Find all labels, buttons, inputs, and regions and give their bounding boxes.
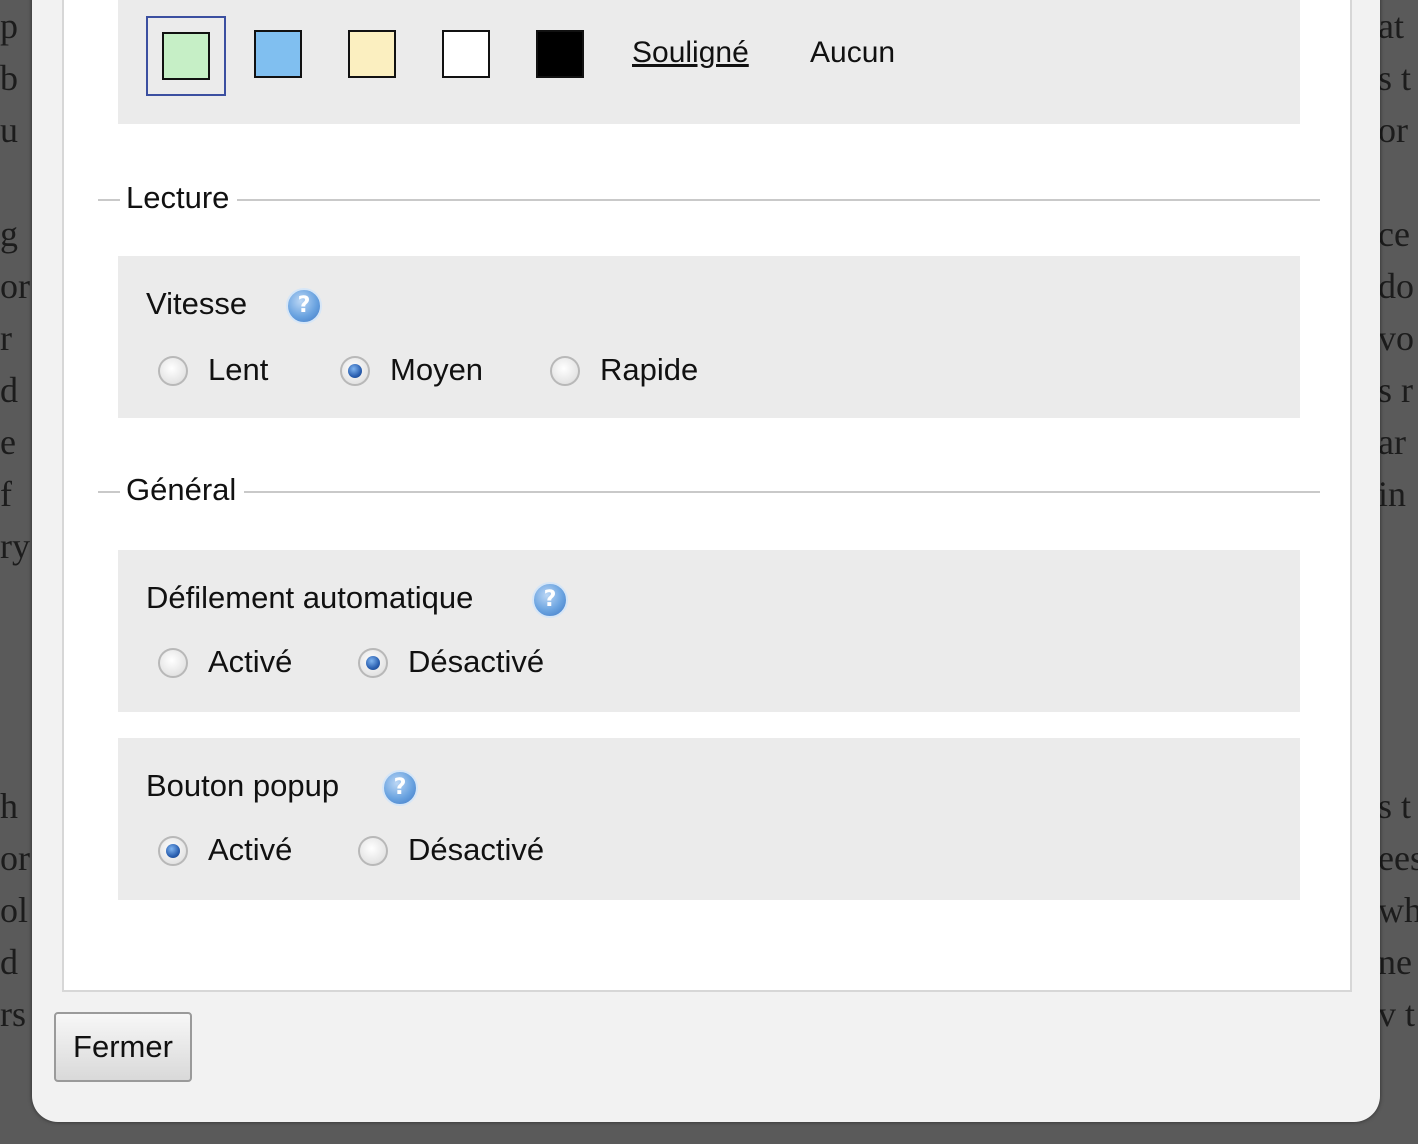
radio-label: Désactivé: [408, 832, 545, 867]
background-text-line: f: [0, 474, 12, 514]
background-text-line: [1378, 156, 1418, 208]
background-text-line: or: [1378, 110, 1408, 150]
background-text-line: at: [1378, 6, 1404, 46]
radio-circle: [358, 648, 388, 678]
swatch-green-option[interactable]: [146, 16, 226, 96]
background-text-line: in: [1378, 474, 1407, 514]
background-text-line: s r: [1378, 370, 1413, 410]
legend-line: [98, 199, 120, 201]
reading-section-legend: Lecture: [98, 180, 1320, 220]
swatch-white-option[interactable]: [428, 16, 508, 96]
radio-label: Rapide: [600, 352, 699, 387]
speed-option-medium[interactable]: Moyen: [340, 352, 500, 392]
popup-button-group: Bouton popup ? Activé Désactivé: [118, 738, 1300, 900]
background-text-line: or: [0, 838, 30, 878]
background-text-line: d: [0, 942, 18, 982]
reading-legend-text: Lecture: [124, 180, 232, 216]
swatch-white: [442, 30, 490, 78]
background-text-line: [1378, 728, 1418, 780]
autoscroll-option-on[interactable]: Activé: [158, 644, 318, 684]
autoscroll-title: Défilement automatique: [146, 580, 474, 615]
background-text-line: [0, 676, 34, 728]
autoscroll-group: Défilement automatique ? Activé Désactiv…: [118, 550, 1300, 712]
swatch-yellow-option[interactable]: [334, 16, 414, 96]
general-legend-text: Général: [124, 472, 239, 508]
background-text-line: d: [0, 370, 18, 410]
background-text-line: [0, 156, 34, 208]
background-text-left: p b u g or r d e f ry h or ol d rs: [0, 0, 34, 1040]
legend-line: [98, 491, 120, 493]
general-section-legend: Général: [98, 472, 1320, 512]
autoscroll-help-icon[interactable]: ?: [532, 582, 568, 618]
background-text-line: p: [0, 6, 18, 46]
legend-line: [237, 199, 1320, 201]
close-button[interactable]: Fermer: [54, 1012, 192, 1082]
radio-label: Désactivé: [408, 644, 545, 679]
background-text-line: e: [0, 422, 16, 462]
popup-button-title: Bouton popup: [146, 768, 340, 803]
background-text-line: v t: [1378, 994, 1416, 1034]
highlight-color-row: Souligné Aucun: [118, 0, 1300, 124]
background-text-line: [0, 624, 34, 676]
background-text-line: u: [0, 110, 18, 150]
background-text-line: [1378, 624, 1418, 676]
background-text-line: r: [0, 318, 12, 358]
background-text-right: at s t or ce do vo s r ar in s t ees wh ne v t: [1378, 0, 1418, 1040]
underline-option[interactable]: Souligné: [632, 36, 749, 70]
background-text-line: [1378, 572, 1418, 624]
background-text-line: s t: [1378, 58, 1412, 98]
popup-option-on[interactable]: Activé: [158, 832, 318, 872]
radio-label: Activé: [208, 644, 293, 679]
swatch-black-option[interactable]: [522, 16, 602, 96]
background-text-line: vo: [1378, 318, 1414, 358]
radio-circle: [358, 836, 388, 866]
settings-panel: Souligné Aucun Lecture Vitesse ? Lent Mo…: [62, 0, 1352, 992]
radio-label: Activé: [208, 832, 293, 867]
popup-help-icon[interactable]: ?: [382, 770, 418, 806]
background-text-line: [0, 572, 34, 624]
radio-circle: [550, 356, 580, 386]
background-text-line: rs: [0, 994, 26, 1034]
background-text-line: ne: [1378, 942, 1412, 982]
background-text-line: wh: [1378, 890, 1418, 930]
speed-help-icon[interactable]: ?: [286, 288, 322, 324]
background-text-line: g: [0, 214, 18, 254]
none-option[interactable]: Aucun: [810, 36, 895, 70]
radio-circle: [158, 356, 188, 386]
speed-option-slow[interactable]: Lent: [158, 352, 288, 392]
swatch-black: [536, 30, 584, 78]
speed-title: Vitesse: [146, 286, 248, 321]
autoscroll-option-off[interactable]: Désactivé: [358, 644, 578, 684]
background-text-line: ol: [0, 890, 29, 930]
radio-circle: [158, 648, 188, 678]
background-text-line: s t: [1378, 786, 1412, 826]
swatch-yellow: [348, 30, 396, 78]
swatch-green: [162, 32, 210, 80]
speed-option-fast[interactable]: Rapide: [550, 352, 720, 392]
background-text-line: ar: [1378, 422, 1406, 462]
speed-group: Vitesse ? Lent Moyen Rapide: [118, 256, 1300, 418]
background-text-line: b: [0, 58, 18, 98]
legend-line: [244, 491, 1320, 493]
radio-label: Moyen: [390, 352, 484, 387]
background-text-line: h: [0, 786, 18, 826]
background-text-line: or: [0, 266, 30, 306]
swatch-blue: [254, 30, 302, 78]
radio-circle: [340, 356, 370, 386]
background-text-line: do: [1378, 266, 1414, 306]
background-text-line: ees: [1378, 838, 1418, 878]
background-text-line: [0, 728, 34, 780]
swatch-blue-option[interactable]: [240, 16, 320, 96]
background-text-line: [1378, 520, 1418, 572]
background-text-line: [1378, 676, 1418, 728]
background-text-line: ce: [1378, 214, 1410, 254]
popup-option-off[interactable]: Désactivé: [358, 832, 578, 872]
background-text-line: ry: [0, 526, 30, 566]
radio-label: Lent: [208, 352, 269, 387]
radio-circle: [158, 836, 188, 866]
